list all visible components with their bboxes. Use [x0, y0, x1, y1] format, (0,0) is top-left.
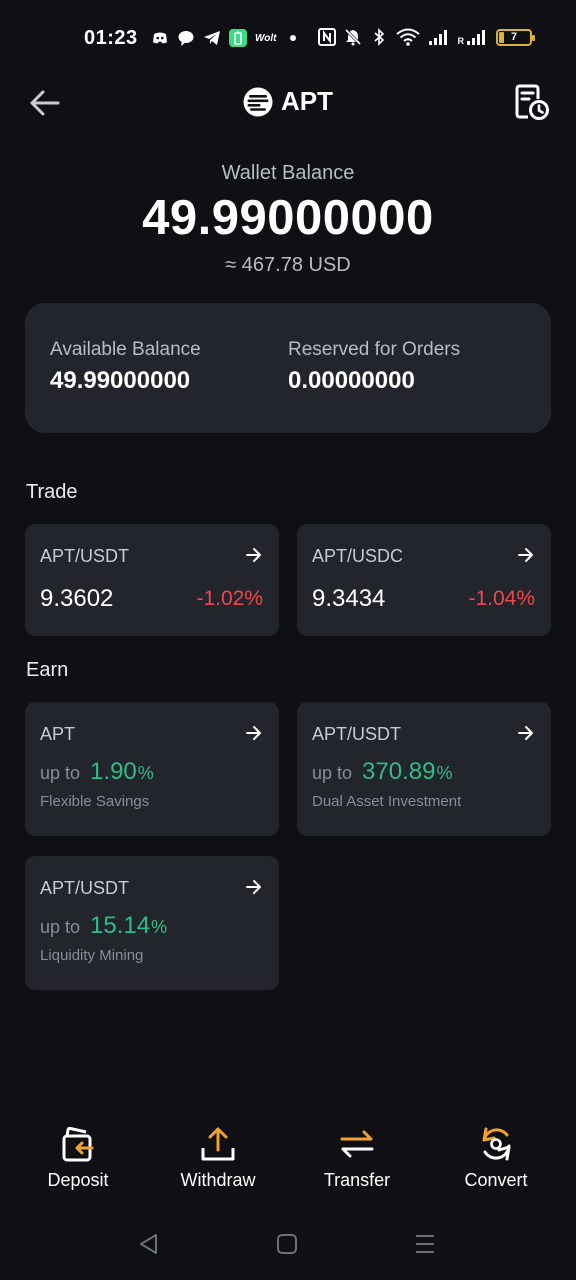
page-title-text: APT [281, 86, 333, 116]
nav-home-icon[interactable] [275, 1232, 299, 1256]
wallet-balance-usd: ≈ 467.78 USD [225, 254, 351, 276]
battery-saver-icon [229, 29, 247, 47]
trade-pair: APT/USDT [40, 546, 130, 566]
reserved-balance: Reserved for Orders 0.00000000 [288, 339, 460, 395]
system-icons: R 7 [317, 28, 535, 46]
bluetooth-icon [373, 28, 384, 46]
balance-breakdown-card: Available Balance 49.99000000 Reserved f… [25, 303, 551, 433]
earn-upto-label: up to [40, 763, 81, 783]
trade-change: -1.02% [196, 587, 263, 610]
trade-pair: APT/USDC [312, 546, 404, 566]
convert-button[interactable]: Convert [436, 1124, 556, 1191]
earn-rate-percent: % [151, 917, 168, 937]
earn-card-apt-usdt-liquidity[interactable]: APT/USDT up to 15.14 % Liquidity Mining [25, 856, 279, 990]
notification-icons: Wolt [151, 29, 302, 47]
withdraw-button[interactable]: Withdraw [158, 1124, 278, 1191]
trade-section-title: Trade [26, 481, 78, 503]
earn-rate: up to 15.14 % [40, 912, 167, 940]
wallet-balance-value: 49.99000000 [142, 191, 434, 245]
withdraw-icon [201, 1127, 235, 1161]
transfer-label: Transfer [323, 1170, 391, 1190]
transfer-icon [340, 1130, 374, 1158]
earn-pair: APT/USDT [40, 878, 130, 898]
nfc-icon [317, 28, 336, 46]
deposit-label: Deposit [47, 1170, 109, 1190]
earn-card-apt-flexible[interactable]: APT up to 1.90 % Flexible Savings [25, 702, 279, 836]
deposit-button[interactable]: Deposit [18, 1124, 138, 1191]
earn-card-apt-usdt-dual[interactable]: APT/USDT up to 370.89 % Dual Asset Inves… [297, 702, 551, 836]
page-title: APT [0, 86, 576, 117]
earn-rate-value: 15.14 [90, 912, 151, 939]
convert-icon [482, 1127, 511, 1161]
signal-icon-2 [467, 30, 485, 45]
trade-price: 9.3434 [312, 585, 386, 612]
earn-upto-label: up to [40, 917, 81, 937]
reserved-balance-label: Reserved for Orders [288, 339, 461, 360]
app-header: APT [0, 78, 576, 128]
discord-icon [153, 32, 167, 44]
convert-label: Convert [464, 1170, 528, 1190]
earn-rate: up to 1.90 % [40, 758, 154, 786]
more-notifications-dot [290, 35, 297, 41]
history-icon[interactable] [514, 83, 550, 121]
earn-section-title: Earn [26, 659, 69, 681]
reserved-balance-value: 0.00000000 [288, 367, 415, 394]
trade-price: 9.3602 [40, 585, 114, 612]
available-balance-value: 49.99000000 [50, 367, 191, 394]
arrow-right-icon [246, 726, 261, 740]
nav-menu-icon[interactable] [413, 1232, 437, 1256]
trade-change: -1.04% [468, 587, 535, 610]
chat-bubble-icon [178, 31, 194, 46]
mute-icon [344, 28, 361, 46]
arrow-right-icon [518, 548, 533, 562]
apt-logo-icon [243, 87, 273, 116]
nav-back-icon[interactable] [137, 1232, 161, 1256]
status-time: 01:23 [84, 27, 138, 49]
earn-product: Liquidity Mining [40, 947, 144, 964]
wifi-icon [395, 28, 420, 46]
earn-product: Flexible Savings [40, 793, 150, 810]
wolt-icon: Wolt [255, 32, 277, 44]
available-balance-label: Available Balance [50, 339, 201, 360]
roaming-label: R [457, 36, 465, 46]
available-balance: Available Balance 49.99000000 [50, 339, 201, 395]
trade-card-apt-usdc[interactable]: APT/USDC 9.3434 -1.04% [297, 524, 551, 636]
earn-product: Dual Asset Investment [312, 793, 462, 810]
arrow-right-icon [246, 880, 261, 894]
earn-rate-percent: % [137, 763, 154, 783]
deposit-icon [62, 1126, 94, 1162]
battery-icon: 7 [496, 28, 535, 46]
arrow-right-icon [246, 548, 261, 562]
earn-rate: up to 370.89 % [312, 758, 452, 786]
telegram-icon [204, 31, 220, 45]
transfer-button[interactable]: Transfer [297, 1124, 417, 1191]
battery-level: 7 [510, 31, 518, 43]
earn-rate-percent: % [436, 763, 453, 783]
wallet-balance-label: Wallet Balance [221, 162, 355, 184]
earn-rate-value: 370.89 [362, 758, 436, 785]
system-nav-bar [0, 1224, 576, 1264]
withdraw-label: Withdraw [180, 1170, 256, 1190]
signal-icon-1 [428, 30, 447, 45]
bottom-action-bar: Deposit Withdraw Transfer Convert [0, 1124, 576, 1204]
trade-card-apt-usdt[interactable]: APT/USDT 9.3602 -1.02% [25, 524, 279, 636]
arrow-right-icon [518, 726, 533, 740]
earn-pair: APT [40, 724, 76, 744]
earn-pair: APT/USDT [312, 724, 402, 744]
earn-rate-value: 1.90 [90, 758, 137, 785]
earn-upto-label: up to [312, 763, 353, 783]
status-bar: 01:23 Wolt R 7 [0, 0, 576, 78]
